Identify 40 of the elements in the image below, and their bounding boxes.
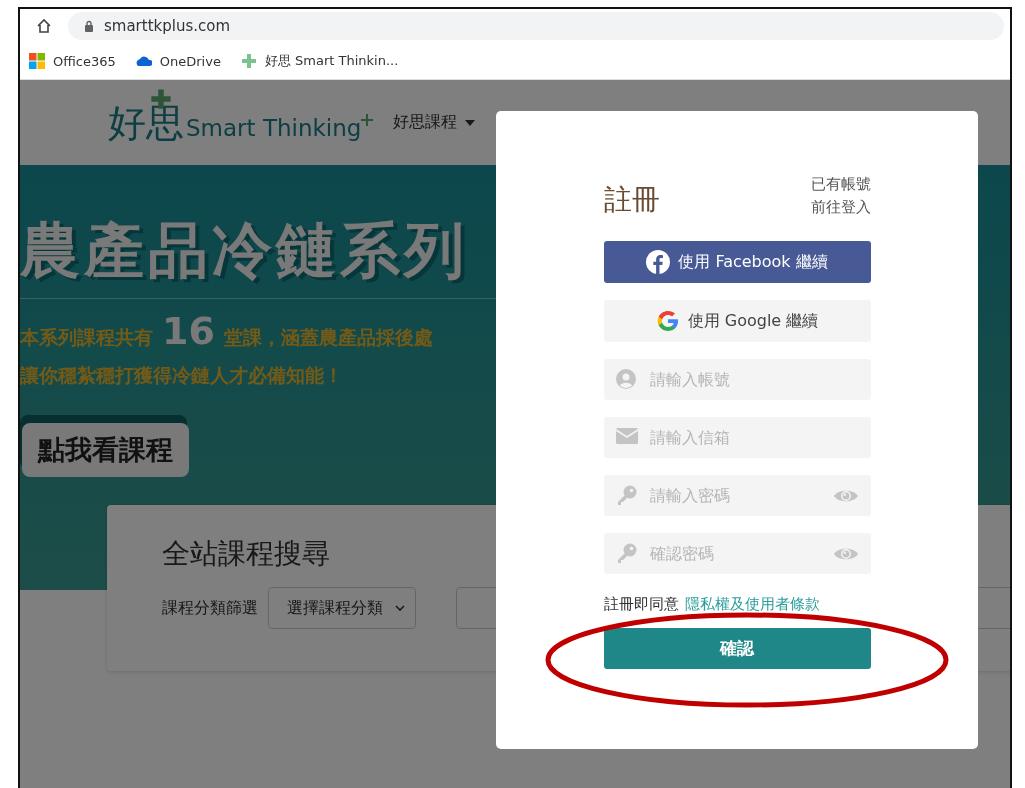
key-icon (615, 542, 638, 565)
key-icon (615, 484, 638, 507)
bookmark[interactable]: 好思 Smart Thinkin... (240, 52, 399, 70)
logo-mark: 好思 (108, 103, 184, 142)
bookmark[interactable]: Office365 (29, 53, 116, 69)
logo-text: Smart Thinking (186, 116, 362, 142)
filter-label: 課程分類篩選 (162, 597, 258, 619)
google-login-button[interactable]: 使用 Google 繼續 (603, 300, 871, 342)
banner-text: 讓你穩紮穩打獲得冷鏈人才必備知能！ (20, 363, 343, 388)
category-select[interactable]: 選擇課程分類 (268, 587, 416, 629)
banner-text: 本系列課程共有 (20, 325, 153, 350)
password-field[interactable]: 確認密碼 (603, 533, 871, 574)
confirm-button[interactable]: 確認 (603, 628, 871, 669)
password-field[interactable]: 請輸入密碼 (647, 485, 823, 506)
password-field[interactable]: 請輸入密碼 (603, 475, 871, 516)
email-field[interactable]: 請輸入信箱 (647, 427, 859, 448)
lock-icon (84, 20, 94, 32)
user-icon (615, 368, 638, 391)
chevron-icon (395, 605, 405, 611)
nav-link[interactable]: 好思課程 (393, 112, 476, 133)
google-logo-icon (655, 309, 680, 333)
search-title: 全站課程搜尋 (162, 536, 330, 572)
facebook-logo-icon (646, 250, 671, 274)
facebook-login-button[interactable]: 使用 Facebook 繼續 (603, 241, 871, 283)
login-link[interactable]: 前往登入 (810, 198, 871, 217)
banner-text: 堂課，涵蓋農產品採後處 (223, 325, 433, 350)
url-text: smarttkplus.com (104, 17, 231, 35)
username-field[interactable]: 請輸入帳號 (647, 369, 859, 390)
email-field[interactable]: 請輸入信箱 (603, 417, 871, 458)
windows-logo-icon (29, 53, 45, 69)
course-count: 16 (162, 309, 215, 353)
account-prompt: 已有帳號 (810, 175, 871, 194)
password-field[interactable]: 確認密碼 (647, 543, 823, 564)
agreement-text: 註冊即同意 (603, 595, 679, 614)
dialog-title: 註冊 (603, 182, 660, 218)
username-field[interactable]: 請輸入帳號 (603, 359, 871, 400)
address-bar[interactable]: smarttkplus.com (68, 12, 1004, 40)
bookmark[interactable]: OneDrive (135, 53, 221, 69)
plus-icon (240, 53, 257, 69)
plus-icon (361, 113, 374, 126)
